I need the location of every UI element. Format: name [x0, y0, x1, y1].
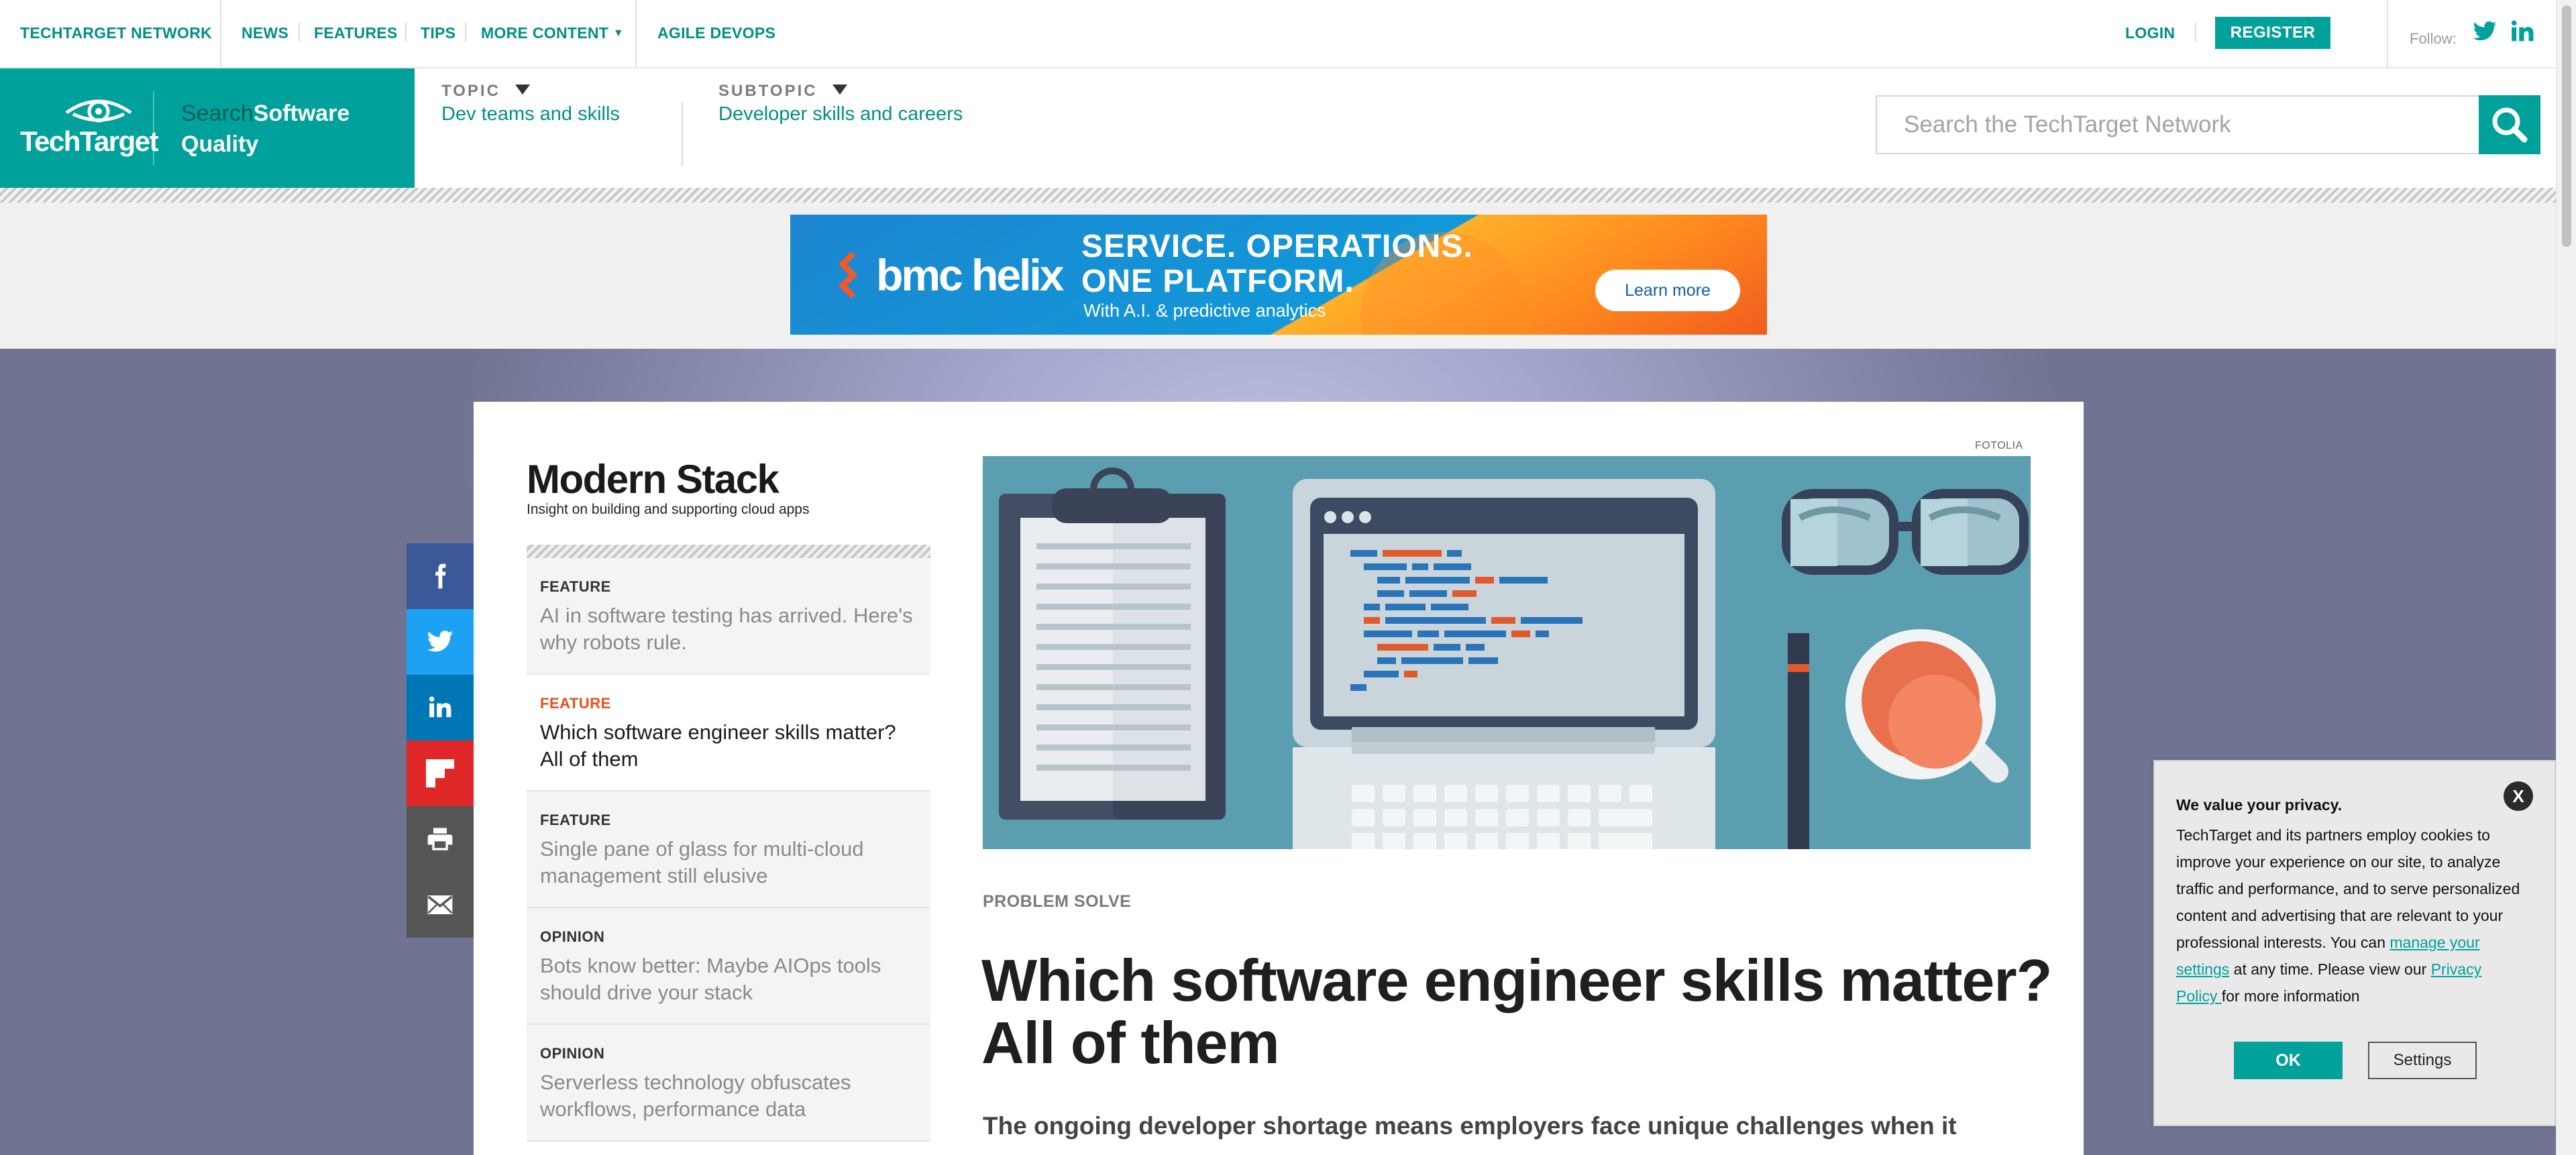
twitter-icon[interactable] [2472, 19, 2498, 44]
topic-dropdown[interactable]: TOPIC [441, 82, 530, 101]
search-input[interactable]: Search the TechTarget Network [1904, 97, 2231, 153]
email-icon [427, 895, 453, 914]
ad-learn-more-button[interactable]: Learn more [1595, 270, 1740, 311]
privacy-popup: X We value your privacy. TechTarget and … [2153, 760, 2556, 1126]
brand-divider [153, 91, 154, 165]
twitter-icon [427, 630, 453, 652]
scrollbar-thumb[interactable] [2562, 5, 2571, 247]
series-item[interactable]: FEATURE Single pane of glass for multi-c… [527, 791, 930, 908]
site-prefix: Search [181, 101, 254, 126]
site-name-1: Software [253, 101, 350, 126]
nav-features[interactable]: FEATURES [314, 24, 398, 42]
series-item-type: OPINION [540, 928, 605, 945]
photo-credit: FOTOLIA [1975, 440, 2023, 451]
topic-divider [682, 102, 683, 166]
top-navigation: TECHTARGET NETWORK NEWS FEATURES TIPS MO… [0, 0, 2556, 68]
nav-divider [220, 0, 221, 67]
ad-subline: With A.I. & predictive analytics [1083, 300, 1326, 321]
series-item-type: FEATURE [540, 812, 611, 828]
banner-ad[interactable]: bmc helix SERVICE. OPERATIONS. ONE PLATF… [790, 215, 1767, 335]
privacy-text: TechTarget and its partners employ cooki… [2176, 826, 2520, 951]
series-item-title: Serverless technology obfuscates workflo… [540, 1070, 851, 1121]
techtarget-eye-icon [65, 99, 132, 123]
ad-headline-1: SERVICE. OPERATIONS. [1081, 229, 1473, 264]
topic-label: TOPIC [441, 82, 500, 100]
series-item[interactable]: OPINION Bots know better: Maybe AIOps to… [527, 908, 930, 1025]
nav-agile-devops[interactable]: AGILE DEVOPS [657, 24, 775, 42]
share-email[interactable] [407, 872, 474, 938]
privacy-text: for more information [2221, 987, 2360, 1005]
chevron-down-icon: ▼ [612, 28, 624, 39]
series-item-title: AI in software testing has arrived. Here… [540, 604, 913, 654]
series-item[interactable]: FEATURE AI in software testing has arriv… [527, 558, 930, 675]
nav-tips[interactable]: TIPS [421, 24, 455, 42]
nav-more-content-label: MORE CONTENT [481, 24, 609, 42]
follow-label: Follow: [2410, 30, 2457, 47]
subtopic-dropdown[interactable]: SUBTOPIC [718, 82, 847, 101]
series-item-title: Bots know better: Maybe AIOps tools shou… [540, 954, 881, 1004]
series-item[interactable]: OPINION Serverless technology obfuscates… [527, 1025, 930, 1142]
share-print[interactable] [407, 806, 474, 872]
site-name: SearchSoftware Quality [181, 98, 396, 160]
series-title[interactable]: Modern Stack [527, 456, 780, 502]
share-twitter[interactable] [407, 609, 474, 675]
share-linkedin[interactable] [407, 675, 474, 740]
article-kicker[interactable]: PROBLEM SOLVE [983, 892, 1131, 912]
nav-separator [465, 23, 466, 42]
caret-down-icon [832, 85, 847, 95]
nav-divider [635, 0, 637, 67]
privacy-text: at any time. Please view our [2229, 960, 2431, 978]
login-link[interactable]: LOGIN [2125, 24, 2175, 42]
privacy-ok-button[interactable]: OK [2234, 1042, 2343, 1079]
subtopic-link[interactable]: Developer skills and careers [718, 103, 963, 125]
series-item-active[interactable]: FEATURE Which software engineer skills m… [527, 675, 930, 791]
ad-headline-2: ONE PLATFORM. [1081, 264, 1354, 299]
nav-separator [2195, 23, 2196, 42]
linkedin-icon [429, 696, 451, 718]
close-icon[interactable]: X [2504, 781, 2533, 811]
register-button[interactable]: REGISTER [2215, 17, 2330, 49]
series-item-title: Which software engineer skills matter? A… [540, 720, 896, 771]
series-item-type: FEATURE [540, 695, 611, 712]
ad-brand: bmc helix [876, 250, 1064, 300]
header-hatch-divider [0, 188, 2556, 203]
series-subtitle: Insight on building and supporting cloud… [527, 502, 810, 517]
page-scrollbar[interactable] [2556, 0, 2576, 1155]
nav-divider [2387, 0, 2388, 67]
article-headline: Which software engineer skills matter? A… [981, 947, 2052, 1076]
search-icon [2492, 107, 2528, 143]
site-name-2: Quality [181, 131, 259, 157]
flipboard-icon [426, 759, 454, 787]
article-lede: The ongoing developer shortage means emp… [983, 1112, 1957, 1140]
nav-separator [405, 23, 407, 42]
nav-more-content[interactable]: MORE CONTENT ▼ [481, 24, 624, 42]
bmc-logo-icon [838, 251, 858, 299]
print-icon [427, 828, 453, 850]
search-button[interactable] [2479, 95, 2540, 154]
series-item-title: Single pane of glass for multi-cloud man… [540, 837, 864, 887]
nav-news[interactable]: NEWS [241, 24, 288, 42]
subtopic-label: SUBTOPIC [718, 82, 818, 100]
share-facebook[interactable] [407, 543, 474, 609]
privacy-body: TechTarget and its partners employ cooki… [2176, 822, 2525, 1009]
search-box[interactable]: Search the TechTarget Network [1876, 95, 2481, 154]
privacy-settings-button[interactable]: Settings [2368, 1042, 2477, 1079]
hero-illustration [983, 456, 2031, 849]
privacy-title: We value your privacy. [2176, 796, 2343, 814]
site-brand[interactable]: TechTarget SearchSoftware Quality [0, 68, 415, 188]
series-hatch-divider [527, 545, 930, 558]
facebook-icon [435, 563, 446, 589]
linkedin-icon[interactable] [2510, 19, 2535, 44]
nav-techtarget-network[interactable]: TECHTARGET NETWORK [20, 24, 212, 42]
series-item-type: OPINION [540, 1045, 605, 1062]
topic-link[interactable]: Dev teams and skills [441, 103, 620, 125]
techtarget-logo: TechTarget [20, 125, 159, 157]
series-item-type: FEATURE [540, 578, 611, 595]
nav-separator [299, 23, 300, 42]
caret-down-icon [515, 85, 530, 95]
share-flipboard[interactable] [407, 740, 474, 806]
